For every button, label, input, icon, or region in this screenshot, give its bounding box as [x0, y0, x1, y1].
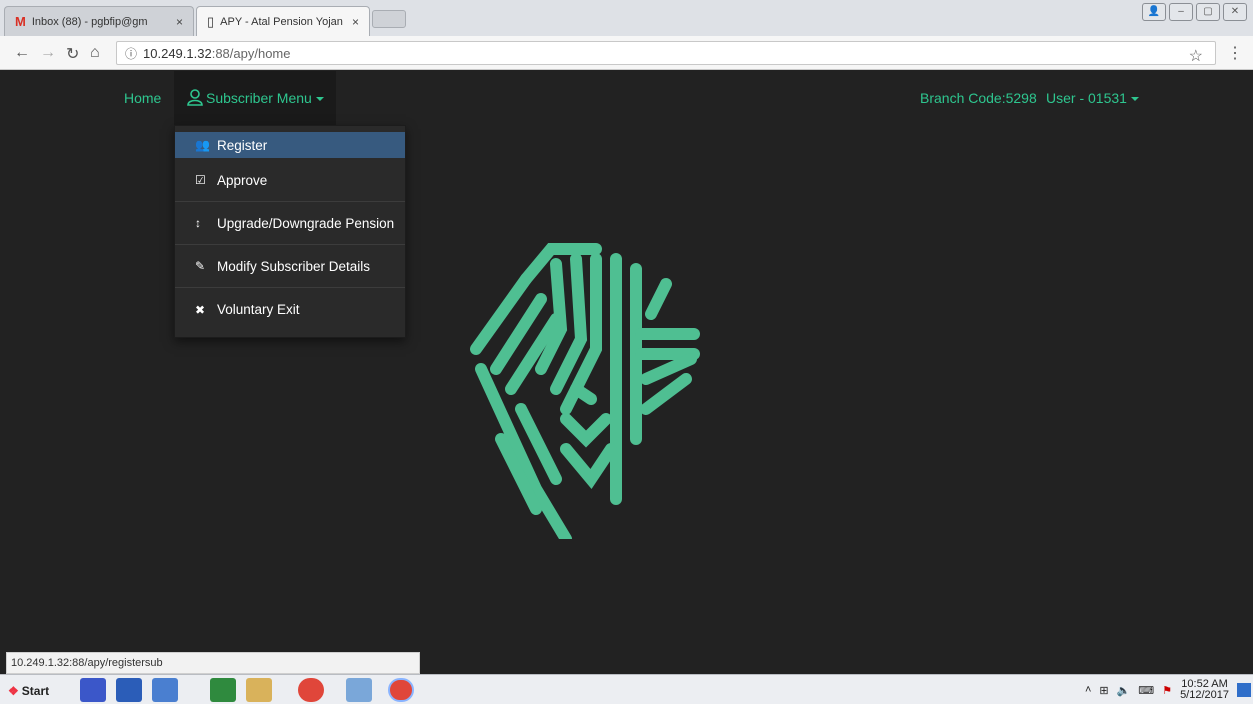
url-input[interactable]: ⓘ 10.249.1.32:88/apy/home ☆: [116, 41, 1216, 65]
apy-logo-icon: [470, 243, 700, 539]
network-icon[interactable]: ⊞: [1099, 684, 1108, 697]
close-tab-icon[interactable]: ×: [352, 15, 359, 29]
page-icon: ▯: [207, 13, 215, 29]
home-icon[interactable]: ⌂: [90, 44, 100, 62]
menu-item-voluntary-exit[interactable]: ✖ Voluntary Exit: [175, 288, 405, 331]
explorer-icon[interactable]: [246, 678, 272, 702]
tab-apy[interactable]: ▯ APY - Atal Pension Yojan ×: [196, 6, 370, 36]
bookmark-star-icon[interactable]: ☆: [1189, 46, 1203, 66]
info-icon[interactable]: ⓘ: [125, 45, 137, 62]
subscriber-menu-label: Subscriber Menu: [206, 90, 312, 106]
windows-logo-icon: ❖: [8, 684, 19, 698]
url-path: :88/apy/home: [211, 45, 291, 61]
menu-icon[interactable]: ⋮: [1227, 43, 1243, 63]
close-window-icon[interactable]: ✕: [1223, 3, 1247, 21]
menu-item-label: Upgrade/Downgrade Pension: [217, 215, 395, 231]
tab-title: APY - Atal Pension Yojan: [220, 15, 343, 28]
menu-item-approve[interactable]: ☑ Approve: [175, 159, 405, 202]
word-icon[interactable]: [116, 678, 142, 702]
tab-title: Inbox (88) - pgbfip@gm: [31, 15, 148, 28]
tray-expand-icon[interactable]: ˄: [1085, 684, 1091, 696]
branch-code: Branch Code:5298: [920, 90, 1037, 106]
chrome-icon[interactable]: [298, 678, 324, 702]
menu-item-label: Voluntary Exit: [217, 302, 300, 317]
excel-icon[interactable]: [210, 678, 236, 702]
back-icon[interactable]: ←: [14, 44, 30, 62]
menu-item-modify-subscriber[interactable]: ✎ Modify Subscriber Details: [175, 245, 405, 288]
subscriber-dropdown: 👥 Register ☑ Approve ↕ Upgrade/Downgrade…: [174, 125, 406, 338]
chrome-active-icon[interactable]: [388, 678, 414, 702]
app-icon[interactable]: [80, 678, 106, 702]
vertical-arrows-icon: ↕: [195, 216, 201, 230]
gmail-icon: M: [15, 14, 26, 29]
menu-item-upgrade-downgrade[interactable]: ↕ Upgrade/Downgrade Pension: [175, 202, 405, 245]
maximize-icon[interactable]: ▢: [1196, 3, 1220, 21]
alert-icon[interactable]: ⚑: [1162, 684, 1172, 697]
close-icon: ✖: [195, 302, 206, 317]
profile-icon[interactable]: 👤: [1142, 3, 1166, 21]
system-tray: ˄ ⊞ 🔈 ⌨ ⚑ 10:52 AM 5/12/2017: [1085, 679, 1229, 701]
show-desktop-button[interactable]: [1237, 683, 1251, 697]
forward-icon[interactable]: →: [40, 44, 56, 62]
browser-tab-strip: M Inbox (88) - pgbfip@gm × ▯ APY - Atal …: [0, 0, 1253, 36]
nav-subscriber-menu[interactable]: Subscriber Menu: [174, 71, 336, 125]
start-button[interactable]: ❖ Start: [4, 680, 53, 702]
checkbox-icon: ☑: [195, 173, 206, 187]
menu-item-register[interactable]: 👥 Register: [175, 132, 405, 158]
navbar: Home Subscriber Menu Branch Code:5298 Us…: [6, 71, 1253, 125]
add-user-icon: 👥: [195, 138, 210, 152]
start-label: Start: [21, 684, 50, 698]
address-bar: ← → ↻ ⌂ ⓘ 10.249.1.32:88/apy/home ☆ ⋮: [0, 36, 1253, 70]
new-tab-button[interactable]: [372, 10, 406, 28]
caret-down-icon: [315, 97, 324, 102]
nav-home[interactable]: Home: [124, 71, 161, 125]
menu-item-label: Modify Subscriber Details: [217, 258, 371, 274]
status-url-bubble: 10.249.1.32:88/apy/registersub: [6, 652, 420, 674]
taskbar: ❖ Start ˄ ⊞ 🔈 ⌨ ⚑ 10:52 AM 5/12/2017: [0, 674, 1253, 704]
user-label: User - 01531: [1046, 90, 1127, 106]
nav-user-menu[interactable]: User - 01531: [1046, 71, 1139, 125]
calculator-icon[interactable]: [152, 678, 178, 702]
menu-item-label: Register: [217, 137, 268, 153]
page-content: Home Subscriber Menu Branch Code:5298 Us…: [6, 71, 1253, 673]
reload-icon[interactable]: ↻: [66, 44, 79, 64]
pencil-icon: ✎: [195, 259, 206, 273]
paint-icon[interactable]: [346, 678, 372, 702]
keyboard-icon[interactable]: ⌨: [1138, 684, 1154, 697]
minimize-icon[interactable]: –: [1169, 3, 1193, 21]
url-host: 10.249.1.32: [143, 45, 212, 61]
volume-icon[interactable]: 🔈: [1117, 684, 1131, 697]
close-tab-icon[interactable]: ×: [176, 15, 183, 29]
tab-inbox[interactable]: M Inbox (88) - pgbfip@gm ×: [4, 6, 194, 36]
caret-down-icon: [1130, 97, 1139, 102]
clock[interactable]: 10:52 AM 5/12/2017: [1180, 679, 1229, 701]
clock-date: 5/12/2017: [1180, 689, 1229, 701]
window-controls: 👤 – ▢ ✕: [1142, 3, 1247, 21]
menu-item-label: Approve: [217, 172, 268, 188]
user-icon: [187, 89, 203, 106]
